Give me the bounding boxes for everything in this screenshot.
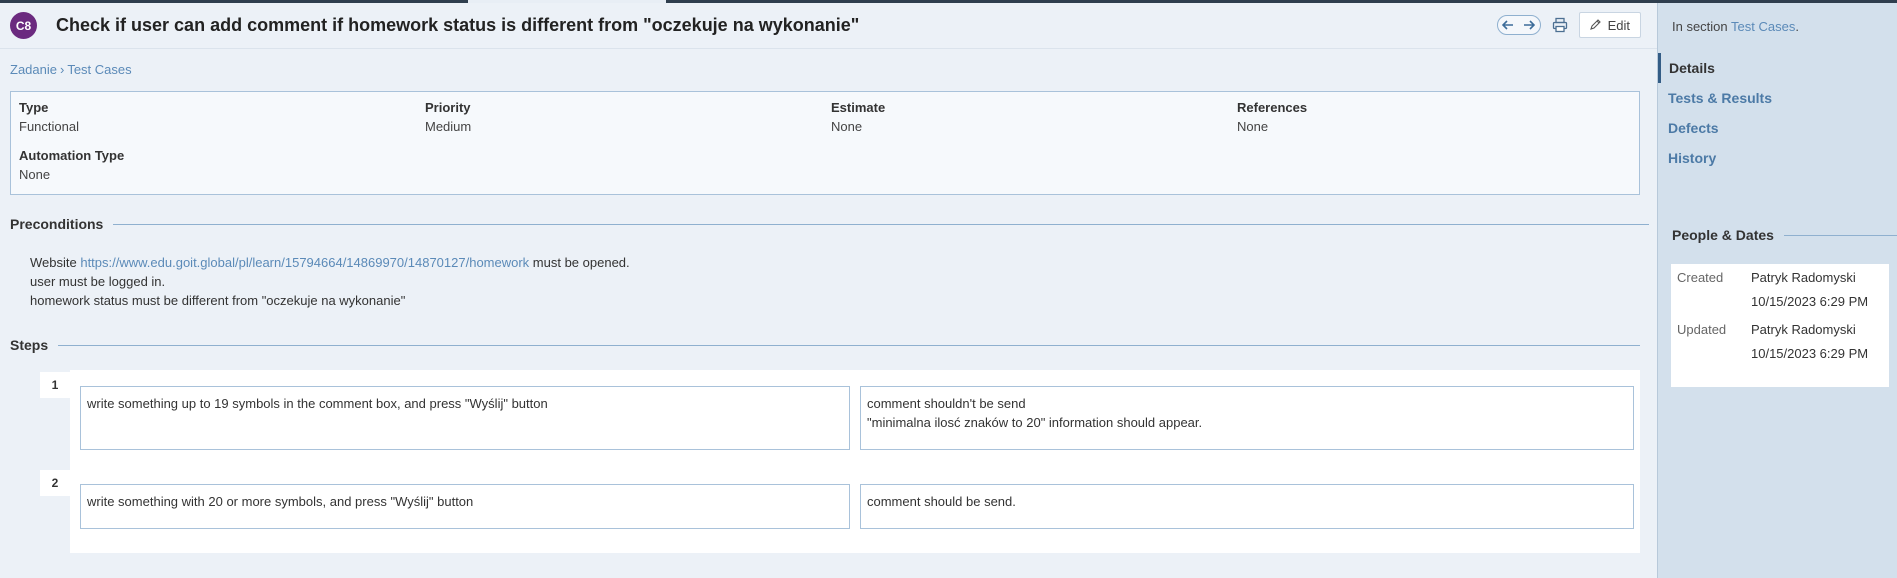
people-dates-header: People & Dates [1672,227,1897,243]
field-estimate: Estimate None [831,100,885,134]
preconditions-header: Preconditions [10,216,1650,232]
page-title: Check if user can add comment if homewor… [56,15,860,35]
main-content: C8 Check if user can add comment if home… [0,3,1657,578]
step-expected-cell[interactable]: comment should be send. [860,484,1634,529]
step-expected-line: comment shouldn't be send [867,396,1026,411]
steps-table: write something up to 19 symbols in the … [70,370,1640,553]
sidebar-item-details[interactable]: Details [1658,53,1897,83]
field-estimate-value: None [831,119,863,134]
sidebar-item-history[interactable]: History [1658,143,1897,173]
steps-header: Steps [10,337,1641,353]
in-section-info: In section Test Cases. [1672,19,1799,34]
field-type-value: Functional [19,119,79,134]
step-number: 1 [40,372,70,398]
case-id-badge: C8 [10,12,37,39]
arrow-left-icon[interactable] [1501,18,1514,33]
field-estimate-label: Estimate [831,100,886,115]
step-expected-line: comment should be send. [867,494,1016,509]
field-references-label: References [1237,100,1308,115]
printer-icon[interactable] [1549,14,1571,36]
breadcrumb-separator: › [59,62,65,77]
pencil-icon [1589,18,1602,33]
field-priority-label: Priority [425,100,471,115]
people-dates-title: People & Dates [1672,227,1774,243]
edit-label: Edit [1607,17,1630,33]
breadcrumb-parent-link[interactable]: Zadanie [10,62,57,77]
field-priority: Priority Medium [425,100,471,134]
field-references: References None [1237,100,1307,134]
field-automation-type-value: None [19,167,51,182]
step-content-cell[interactable]: write something with 20 or more symbols,… [80,484,850,529]
section-link[interactable]: Test Cases [1731,19,1795,34]
title-row: C8 Check if user can add comment if home… [0,3,1657,49]
field-type: Type Functional [19,100,79,134]
breadcrumb-current-link[interactable]: Test Cases [67,62,131,77]
preconditions-text: Website https://www.edu.goit.global/pl/l… [30,253,630,310]
sidebar-item-tests-results[interactable]: Tests & Results [1658,83,1897,113]
step-expected-line: "minimalna ilosć znaków to 20" informati… [867,415,1203,430]
breadcrumb: Zadanie › Test Cases [10,62,132,77]
field-automation-type: Automation Type None [19,148,124,182]
created-at: 10/15/2023 6:29 PM [1751,294,1869,309]
preconditions-title: Preconditions [10,216,104,232]
updated-by: Patryk Radomyski [1751,322,1856,337]
field-priority-value: Medium [425,119,472,134]
updated-at: 10/15/2023 6:29 PM [1751,346,1869,361]
sidebar-item-defects[interactable]: Defects [1658,113,1897,143]
precondition-line-3: homework status must be different from "… [30,293,406,308]
updated-label: Updated [1677,322,1727,337]
created-by: Patryk Radomyski [1751,270,1856,285]
section-divider [58,344,1641,346]
sidebar-nav: Details Tests & Results Defects History [1658,53,1897,173]
precondition-line-2: user must be logged in. [30,274,166,289]
field-automation-type-label: Automation Type [19,148,125,163]
step-content-text: write something with 20 or more symbols,… [87,494,474,509]
step-number: 2 [40,470,70,496]
field-type-label: Type [19,100,49,115]
step-content-text: write something up to 19 symbols in the … [87,396,548,411]
case-fields: Type Functional Priority Medium Estimate… [10,91,1640,195]
precondition-line-1: Website https://www.edu.goit.global/pl/l… [30,255,630,270]
section-divider [113,223,1650,225]
title-actions: Edit [1496,12,1641,38]
created-label: Created [1677,270,1724,285]
field-references-value: None [1237,119,1269,134]
section-divider [1783,234,1897,236]
case-navigation [1496,15,1541,35]
steps-title: Steps [10,337,49,353]
sidebar: In section Test Cases. Details Tests & R… [1657,3,1897,578]
arrow-right-icon[interactable] [1523,18,1536,33]
step-content-cell[interactable]: write something up to 19 symbols in the … [80,386,850,450]
people-dates-box: Created Patryk Radomyski 10/15/2023 6:29… [1671,264,1889,387]
homework-link[interactable]: https://www.edu.goit.global/pl/learn/157… [80,255,529,270]
step-expected-cell[interactable]: comment shouldn't be send "minimalna ilo… [860,386,1634,450]
edit-button[interactable]: Edit [1578,12,1641,38]
